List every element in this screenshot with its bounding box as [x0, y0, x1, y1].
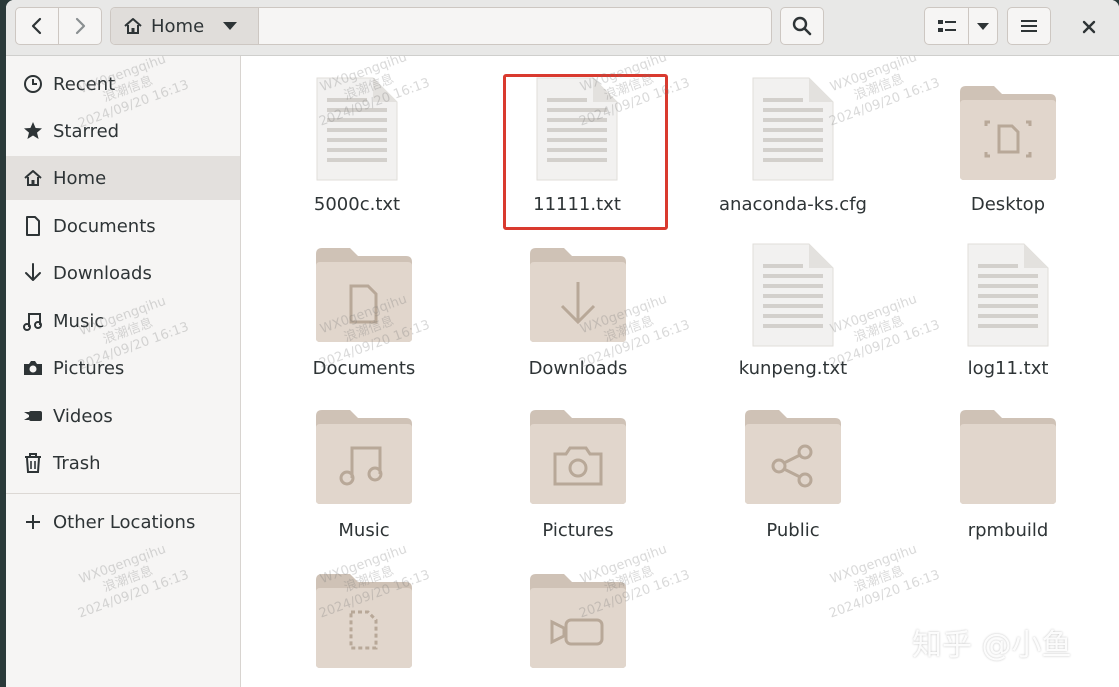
chevron-left-icon — [31, 17, 42, 35]
path-bar: Home — [110, 7, 772, 45]
sidebar-item-label: Trash — [53, 452, 101, 474]
file-name: Documents — [312, 358, 416, 379]
sidebar-item-recent[interactable]: Recent — [6, 62, 240, 106]
file-name: Downloads — [528, 358, 628, 379]
documents-folder-icon — [316, 248, 412, 342]
desktop-folder-icon — [960, 86, 1056, 180]
chevron-down-icon[interactable] — [222, 21, 238, 31]
downloads-folder-icon — [530, 248, 626, 342]
plus-icon — [26, 515, 40, 529]
other-locations-label: Other Locations — [53, 511, 196, 533]
forward-button[interactable] — [58, 8, 101, 44]
sidebar: Recent Starred Home Documents Downloads … — [6, 56, 241, 687]
sidebar-item-home[interactable]: Home — [6, 156, 240, 200]
video-icon — [24, 411, 42, 421]
main-menu-button[interactable] — [1007, 7, 1051, 45]
sidebar-item-other-locations[interactable]: Other Locations — [6, 500, 240, 544]
sidebar-item-label: Starred — [53, 120, 120, 142]
text-file-icon — [536, 77, 618, 181]
videos-folder-icon — [530, 574, 626, 668]
sidebar-item-videos[interactable]: Videos — [6, 394, 240, 438]
path-home-label: Home — [151, 15, 205, 37]
templates-folder-icon — [316, 574, 412, 668]
navigation-buttons — [15, 7, 102, 45]
sidebar-item-label: Downloads — [53, 262, 152, 284]
sidebar-divider — [6, 493, 240, 494]
file-icon-grid: 5000c.txt 11111.txt anaconda-ks.cfg Desk… — [241, 56, 1119, 687]
sidebar-item-label: Pictures — [53, 357, 125, 379]
camera-icon — [24, 361, 42, 375]
file-name: anaconda-ks.cfg — [719, 194, 867, 215]
file-item[interactable]: Music — [264, 406, 464, 556]
close-button[interactable] — [1072, 12, 1106, 42]
sidebar-item-starred[interactable]: Starred — [6, 109, 240, 153]
view-menu-button[interactable] — [968, 8, 997, 44]
sidebar-item-label: Music — [53, 310, 105, 332]
list-view-icon — [937, 20, 956, 32]
sidebar-item-downloads[interactable]: Downloads — [6, 251, 240, 295]
file-item[interactable] — [264, 570, 464, 687]
file-name: Desktop — [970, 194, 1046, 215]
download-icon — [25, 263, 41, 281]
sidebar-item-music[interactable]: Music — [6, 299, 240, 343]
text-file-icon — [752, 77, 834, 181]
file-item[interactable]: rpmbuild — [908, 406, 1108, 556]
file-item[interactable]: kunpeng.txt — [693, 242, 893, 392]
file-item[interactable] — [478, 570, 678, 687]
header-bar: Home — [6, 0, 1119, 56]
sidebar-item-documents[interactable]: Documents — [6, 204, 240, 248]
file-item[interactable]: Public — [693, 406, 893, 556]
sidebar-item-label: Videos — [53, 405, 113, 427]
text-file-icon — [752, 243, 834, 347]
file-item[interactable]: 5000c.txt — [257, 74, 457, 224]
file-item[interactable]: Downloads — [478, 242, 678, 392]
chevron-right-icon — [75, 17, 86, 35]
file-item[interactable]: Pictures — [478, 406, 678, 556]
pictures-folder-icon — [530, 410, 626, 504]
file-name: 5000c.txt — [313, 194, 401, 215]
close-icon — [1082, 20, 1096, 34]
trash-icon — [25, 453, 41, 473]
file-manager-window: Home Recent Starred Home Documents Downl… — [6, 0, 1119, 687]
file-item[interactable]: Desktop — [908, 74, 1108, 224]
music-folder-icon — [316, 410, 412, 504]
sidebar-item-label: Documents — [53, 215, 156, 237]
file-name: kunpeng.txt — [738, 358, 848, 379]
corner-credit: 知乎 @小鱼 — [912, 628, 1072, 663]
sidebar-item-label: Recent — [53, 73, 116, 95]
hamburger-icon — [1021, 20, 1037, 32]
back-button[interactable] — [16, 8, 58, 44]
view-toggle-button[interactable] — [925, 8, 968, 44]
chevron-down-icon — [977, 22, 990, 30]
sidebar-item-label: Home — [53, 167, 107, 189]
file-name: 11111.txt — [533, 194, 621, 215]
star-icon — [24, 122, 42, 139]
sidebar-item-pictures[interactable]: Pictures — [6, 346, 240, 390]
clock-icon — [24, 75, 42, 93]
home-icon — [24, 170, 42, 186]
file-item[interactable]: Documents — [264, 242, 464, 392]
file-item[interactable]: 11111.txt — [477, 74, 677, 224]
view-options — [924, 7, 998, 45]
document-icon — [26, 216, 40, 236]
file-item[interactable]: log11.txt — [908, 242, 1108, 392]
file-name: Public — [766, 520, 820, 541]
search-icon — [792, 16, 812, 36]
path-segment-home[interactable]: Home — [111, 8, 259, 44]
file-name: rpmbuild — [967, 520, 1049, 541]
text-file-icon — [316, 77, 398, 181]
folder-icon — [960, 410, 1056, 504]
file-item[interactable]: anaconda-ks.cfg — [693, 74, 893, 224]
text-file-icon — [967, 243, 1049, 347]
music-icon — [23, 313, 42, 331]
file-name: log11.txt — [967, 358, 1049, 379]
file-name: Music — [338, 520, 390, 541]
search-button[interactable] — [780, 7, 824, 45]
home-icon — [124, 18, 142, 34]
file-name: Pictures — [542, 520, 614, 541]
sidebar-item-trash[interactable]: Trash — [6, 441, 240, 485]
public-folder-icon — [745, 410, 841, 504]
